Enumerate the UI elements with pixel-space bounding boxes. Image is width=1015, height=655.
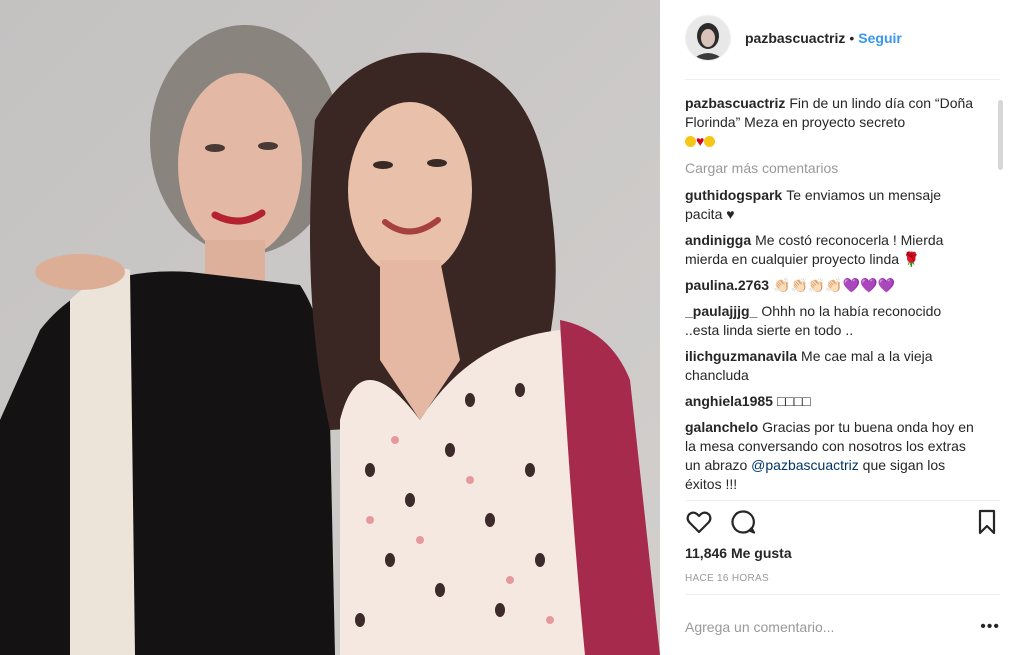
scrollbar-thumb[interactable] — [998, 100, 1003, 170]
comment-text: □□□□ — [776, 393, 811, 409]
more-options-icon[interactable]: ••• — [980, 618, 1000, 636]
comment-item: anghiela1985 □□□□ — [685, 392, 975, 411]
post-photo[interactable] — [0, 0, 660, 655]
heart-icon[interactable] — [685, 508, 713, 536]
post-time[interactable]: HACE 16 HORAS — [685, 573, 769, 584]
comment-username[interactable]: anghiela1985 — [685, 393, 773, 409]
comment-item: andinigga Me costó reconocerla ! Mierda m… — [685, 231, 975, 269]
avatar[interactable] — [685, 15, 731, 61]
comment-item: guthidogspark Te enviamos un mensaje paci… — [685, 186, 975, 224]
comment-item: galanchelo Gracias por tu buena onda hoy … — [685, 418, 975, 494]
comment-username[interactable]: _paulajjjg_ — [685, 303, 757, 319]
comment-text: 👏🏻👏🏻👏🏻👏🏻💜💜💜 — [773, 277, 896, 293]
add-comment-section: ••• — [685, 605, 1000, 649]
comment-item: ilichguzmanavila Me cae mal a la vieja ch… — [685, 347, 975, 385]
caption-username[interactable]: pazbascuactriz — [685, 95, 785, 111]
photo-image — [0, 0, 660, 655]
add-comment-input[interactable] — [685, 619, 965, 635]
header-username[interactable]: pazbascuactriz — [745, 30, 845, 46]
comment-username[interactable]: galanchelo — [685, 419, 758, 435]
comment-username[interactable]: ilichguzmanavila — [685, 348, 797, 364]
comment-username[interactable]: guthidogspark — [685, 187, 782, 203]
header-separator: • — [849, 30, 855, 46]
header-divider — [685, 79, 1000, 80]
comments-divider — [685, 500, 1000, 501]
caption: pazbascuactriz Fin de un lindo día con “D… — [685, 94, 975, 151]
caption-emoji-icon: ♥ — [685, 133, 716, 149]
comment-username[interactable]: andinigga — [685, 232, 751, 248]
comments-scrollbar[interactable] — [995, 96, 1007, 496]
follow-button[interactable]: Seguir — [858, 30, 902, 46]
comment-icon[interactable] — [729, 508, 757, 536]
load-more-comments[interactable]: Cargar más comentarios — [685, 159, 975, 178]
likes-count[interactable]: 11,846 Me gusta — [685, 545, 792, 561]
action-bar — [685, 508, 996, 538]
comment-username[interactable]: paulina.2763 — [685, 277, 769, 293]
comment-mention[interactable]: @pazbascuactriz — [751, 457, 859, 473]
post-panel: pazbascuactriz • Seguir pazbascuactriz Fi… — [660, 0, 1015, 655]
comments-list[interactable]: pazbascuactriz Fin de un lindo día con “D… — [685, 94, 975, 499]
post-header: pazbascuactriz • Seguir — [685, 15, 1000, 61]
add-comment-divider — [685, 594, 1000, 595]
comment-item: _paulajjjg_ Ohhh no la había reconocido .… — [685, 302, 975, 340]
comment-item: paulina.2763 👏🏻👏🏻👏🏻👏🏻💜💜💜 — [685, 276, 975, 295]
bookmark-icon[interactable] — [973, 508, 1001, 536]
